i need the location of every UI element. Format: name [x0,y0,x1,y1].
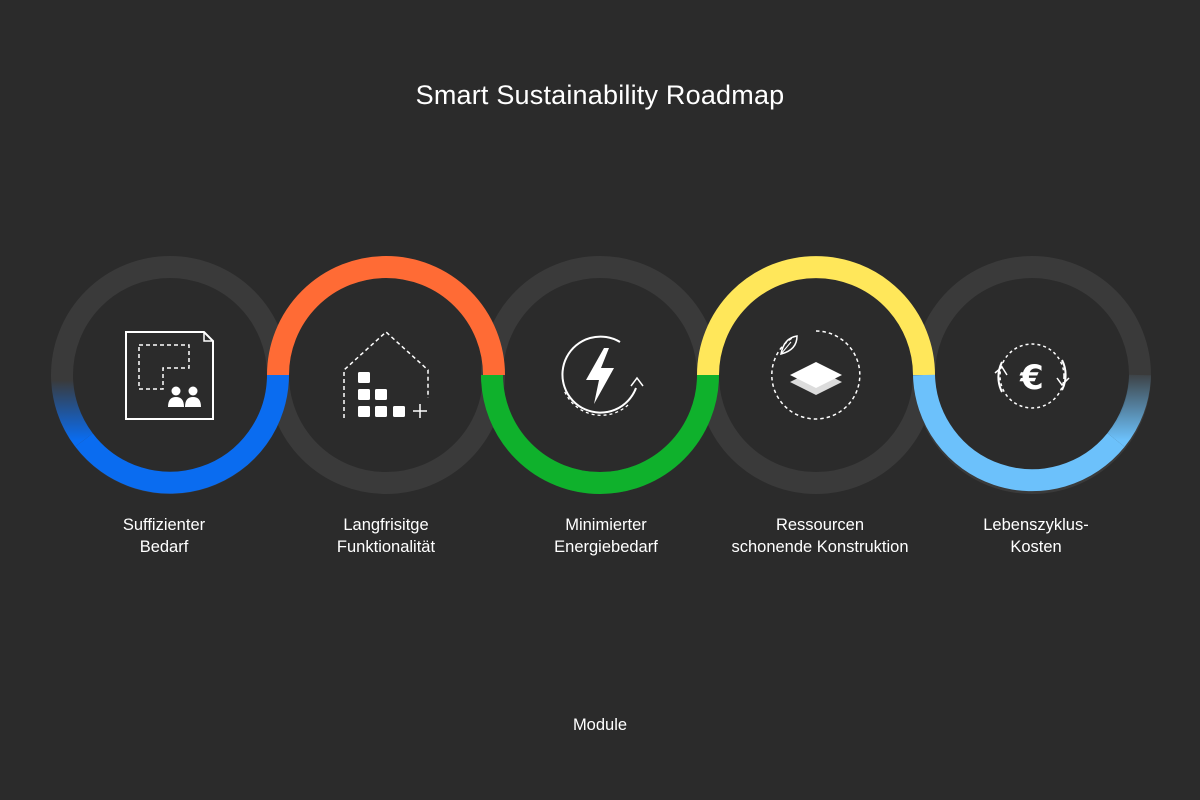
module-label-line: Bedarf [139,538,189,556]
lightning-cycle-icon [561,335,644,416]
floorplan-people-icon [125,331,214,420]
arc-blue-fade [51,374,93,447]
layers-leaf-icon [771,330,861,420]
module-label-lebenszyklus-kosten: Lebenszyklus- Kosten [906,514,1166,558]
roadmap-diagram: € [51,256,1151,494]
module-label-suffizienter-bedarf: Suffizienter Bedarf [34,514,294,558]
module-label-line: Kosten [1010,538,1062,556]
svg-text:€: € [1019,358,1044,398]
module-label-line: Suffizienter [122,516,206,534]
module-label-line: Lebenszyklus- [983,516,1089,534]
arc-orange [267,256,505,376]
house-blocks-icon [343,330,429,418]
euro-cycle-icon: € [994,343,1070,409]
arc-yellow [697,256,935,376]
footer-caption: Module [572,716,628,734]
arc-blue [75,374,289,494]
